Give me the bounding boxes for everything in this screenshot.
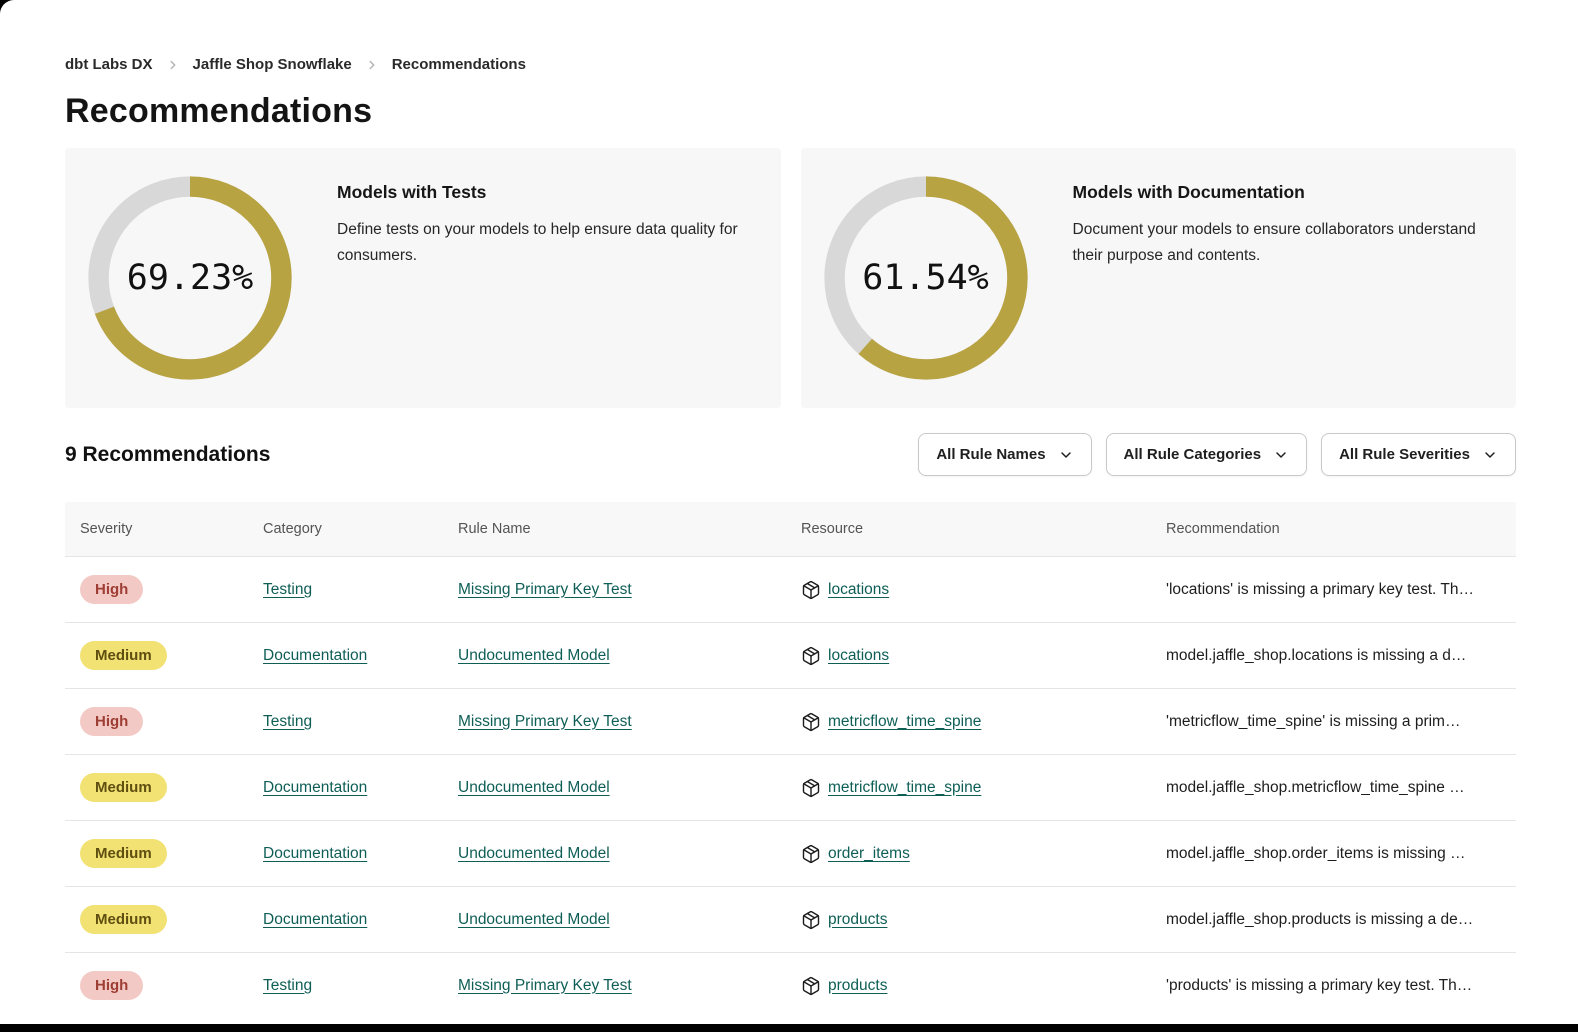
rule-name-link[interactable]: Undocumented Model [458, 647, 610, 664]
tests-donut-value: 69.23% [83, 171, 297, 385]
severity-badge: High [80, 971, 143, 1000]
filter-rule-severities[interactable]: All Rule Severities [1321, 433, 1516, 476]
severity-badge: High [80, 707, 143, 736]
documentation-donut-chart: 61.54% [819, 171, 1033, 385]
table-row: High Testing Missing Primary Key Test lo… [65, 556, 1516, 622]
rule-name-link[interactable]: Missing Primary Key Test [458, 581, 632, 598]
severity-badge: Medium [80, 641, 167, 670]
filter-label: All Rule Names [936, 446, 1045, 463]
resource-link[interactable]: products [828, 911, 887, 929]
recommendation-text: 'products' is missing a primary key test… [1166, 977, 1516, 995]
resource-link[interactable]: metricflow_time_spine [828, 779, 981, 797]
package-icon [801, 910, 821, 930]
breadcrumb-item-current: Recommendations [392, 56, 526, 73]
recommendation-text: model.jaffle_shop.metricflow_time_spine … [1166, 779, 1516, 797]
page: dbt Labs DX Jaffle Shop Snowflake Recomm… [0, 0, 1578, 1024]
card-description: Define tests on your models to help ensu… [337, 217, 757, 269]
category-link[interactable]: Documentation [263, 845, 367, 862]
category-link[interactable]: Documentation [263, 911, 367, 928]
column-header-severity: Severity [80, 521, 263, 537]
resource-link[interactable]: locations [828, 647, 889, 665]
breadcrumb-item-account[interactable]: dbt Labs DX [65, 56, 153, 73]
recommendation-text: model.jaffle_shop.products is missing a … [1166, 911, 1516, 929]
column-header-rule-name: Rule Name [458, 521, 801, 537]
table-body: High Testing Missing Primary Key Test lo… [65, 556, 1516, 1018]
tests-donut-chart: 69.23% [83, 171, 297, 385]
table-row: Medium Documentation Undocumented Model … [65, 820, 1516, 886]
rule-name-link[interactable]: Undocumented Model [458, 911, 610, 928]
recommendations-count: 9 Recommendations [65, 443, 270, 467]
category-link[interactable]: Testing [263, 977, 312, 994]
table-row: High Testing Missing Primary Key Test pr… [65, 952, 1516, 1018]
filter-label: All Rule Categories [1124, 446, 1262, 463]
table-row: Medium Documentation Undocumented Model … [65, 622, 1516, 688]
card-title: Models with Documentation [1073, 182, 1493, 203]
recommendation-text: 'metricflow_time_spine' is missing a pri… [1166, 713, 1516, 731]
filter-rule-categories[interactable]: All Rule Categories [1106, 433, 1308, 476]
table-row: Medium Documentation Undocumented Model … [65, 754, 1516, 820]
package-icon [801, 844, 821, 864]
chevron-down-icon [1273, 447, 1289, 463]
filter-rule-names[interactable]: All Rule Names [918, 433, 1091, 476]
recommendation-text: 'locations' is missing a primary key tes… [1166, 581, 1516, 599]
models-with-tests-card: 69.23% Models with Tests Define tests on… [65, 148, 781, 408]
table-row: Medium Documentation Undocumented Model … [65, 886, 1516, 952]
table-row: High Testing Missing Primary Key Test me… [65, 688, 1516, 754]
category-link[interactable]: Documentation [263, 779, 367, 796]
category-link[interactable]: Testing [263, 713, 312, 730]
page-title: Recommendations [65, 92, 1516, 131]
resource-link[interactable]: metricflow_time_spine [828, 713, 981, 731]
chevron-right-icon [166, 58, 180, 72]
resource-link[interactable]: locations [828, 581, 889, 599]
table-header-row: Severity Category Rule Name Resource Rec… [65, 502, 1516, 556]
severity-badge: Medium [80, 773, 167, 802]
package-icon [801, 778, 821, 798]
column-header-resource: Resource [801, 521, 1166, 537]
documentation-donut-value: 61.54% [819, 171, 1033, 385]
category-link[interactable]: Testing [263, 581, 312, 598]
severity-badge: Medium [80, 839, 167, 868]
resource-link[interactable]: order_items [828, 845, 910, 863]
filter-label: All Rule Severities [1339, 446, 1470, 463]
package-icon [801, 712, 821, 732]
chevron-down-icon [1482, 447, 1498, 463]
column-header-category: Category [263, 521, 458, 537]
recommendations-table: Severity Category Rule Name Resource Rec… [65, 502, 1516, 1018]
chevron-down-icon [1058, 447, 1074, 463]
recommendation-text: model.jaffle_shop.order_items is missing… [1166, 845, 1516, 863]
models-with-documentation-card: 61.54% Models with Documentation Documen… [801, 148, 1517, 408]
package-icon [801, 646, 821, 666]
card-title: Models with Tests [337, 182, 757, 203]
chevron-right-icon [365, 58, 379, 72]
column-header-recommendation: Recommendation [1166, 521, 1516, 537]
filter-bar: All Rule Names All Rule Categories All R… [918, 433, 1516, 476]
rule-name-link[interactable]: Undocumented Model [458, 779, 610, 796]
summary-cards: 69.23% Models with Tests Define tests on… [65, 148, 1516, 408]
breadcrumb-item-project[interactable]: Jaffle Shop Snowflake [193, 56, 352, 73]
resource-link[interactable]: products [828, 977, 887, 995]
package-icon [801, 580, 821, 600]
rule-name-link[interactable]: Missing Primary Key Test [458, 713, 632, 730]
category-link[interactable]: Documentation [263, 647, 367, 664]
card-description: Document your models to ensure collabora… [1073, 217, 1493, 269]
severity-badge: High [80, 575, 143, 604]
package-icon [801, 976, 821, 996]
recommendation-text: model.jaffle_shop.locations is missing a… [1166, 647, 1516, 665]
breadcrumb: dbt Labs DX Jaffle Shop Snowflake Recomm… [65, 56, 1516, 73]
rule-name-link[interactable]: Undocumented Model [458, 845, 610, 862]
rule-name-link[interactable]: Missing Primary Key Test [458, 977, 632, 994]
severity-badge: Medium [80, 905, 167, 934]
